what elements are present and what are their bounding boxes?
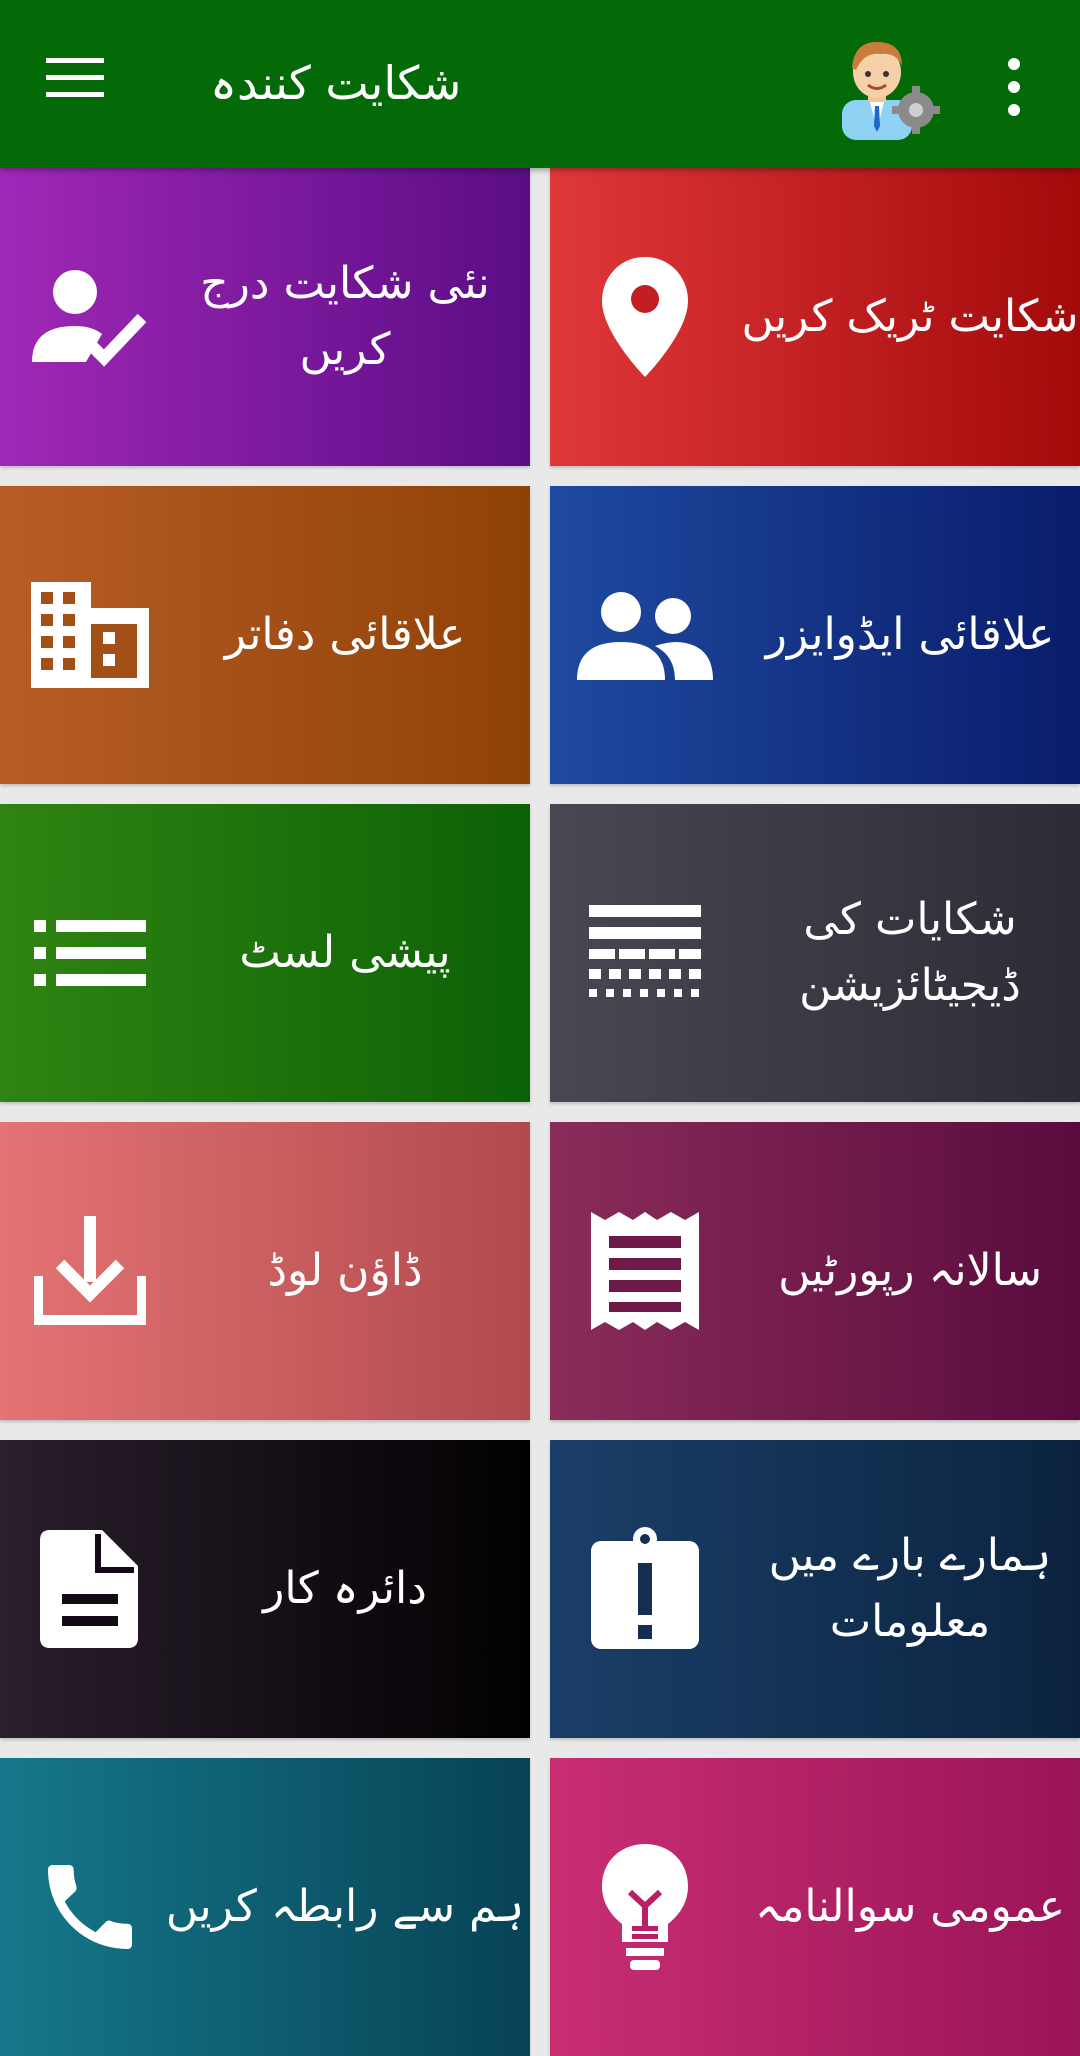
tile-label: ہم سے رابطہ کریں (165, 1881, 525, 1932)
tile-new-complaint[interactable]: نئی شکایت درج کریں (0, 168, 530, 466)
download-icon (20, 1122, 160, 1420)
tile-label: نئی شکایت درج کریں (200, 258, 490, 375)
tile-faq[interactable]: عمومی سوالنامہ (550, 1758, 1080, 2056)
more-vert-icon[interactable] (990, 52, 1038, 122)
lightbulb-icon (570, 1758, 720, 2056)
tile-jurisdiction[interactable]: دائرہ کار (0, 1440, 530, 1738)
tile-annual-reports[interactable]: سالانہ رپورٹیں (550, 1122, 1080, 1420)
tile-label: عمومی سوالنامہ (755, 1881, 1065, 1932)
tile-complaints-digitization[interactable]: شکایات کی ڈیجیٹائزیشن (550, 804, 1080, 1102)
tile-label: ہمارے بارے میں معلومات (768, 1530, 1052, 1647)
tile-label: شکایت ٹریک کریں (741, 291, 1079, 342)
tile-contact-us[interactable]: ہم سے رابطہ کریں (0, 1758, 530, 2056)
tile-label: دائرہ کار (263, 1563, 427, 1614)
phone-icon (20, 1758, 160, 2056)
receipt-icon (570, 1122, 720, 1420)
building-icon (20, 486, 160, 784)
tile-label: علاقائی دفاتر (224, 609, 466, 660)
location-pin-icon (570, 168, 720, 466)
hamburger-menu-icon[interactable] (46, 56, 122, 116)
tile-label: علاقائی ایڈوایزر (765, 609, 1055, 660)
digitization-icon (570, 804, 720, 1102)
info-clipboard-icon (570, 1440, 720, 1738)
tile-label: پیشی لسٹ (239, 927, 451, 978)
tile-hearing-list[interactable]: پیشی لسٹ (0, 804, 530, 1102)
tile-track-complaint[interactable]: شکایت ٹریک کریں (550, 168, 1080, 466)
tile-download[interactable]: ڈاؤن لوڈ (0, 1122, 530, 1420)
tile-label: شکایات کی ڈیجیٹائزیشن (799, 894, 1021, 1011)
app-bar: شکایت کنندہ (0, 0, 1080, 168)
main-menu-grid: نئی شکایت درج کریں شکایت ٹریک کریں علاقا… (0, 168, 1080, 2056)
tile-regional-advisors[interactable]: علاقائی ایڈوایزر (550, 486, 1080, 784)
list-icon (20, 804, 160, 1102)
person-check-icon (20, 168, 160, 466)
people-icon (570, 486, 720, 784)
tile-about-us[interactable]: ہمارے بارے میں معلومات (550, 1440, 1080, 1738)
user-settings-avatar[interactable] (830, 30, 950, 140)
tile-label: ڈاؤن لوڈ (267, 1245, 423, 1296)
document-icon (20, 1440, 160, 1738)
tile-regional-offices[interactable]: علاقائی دفاتر (0, 486, 530, 784)
app-title: شکایت کنندہ (210, 56, 462, 110)
tile-label: سالانہ رپورٹیں (778, 1245, 1042, 1296)
